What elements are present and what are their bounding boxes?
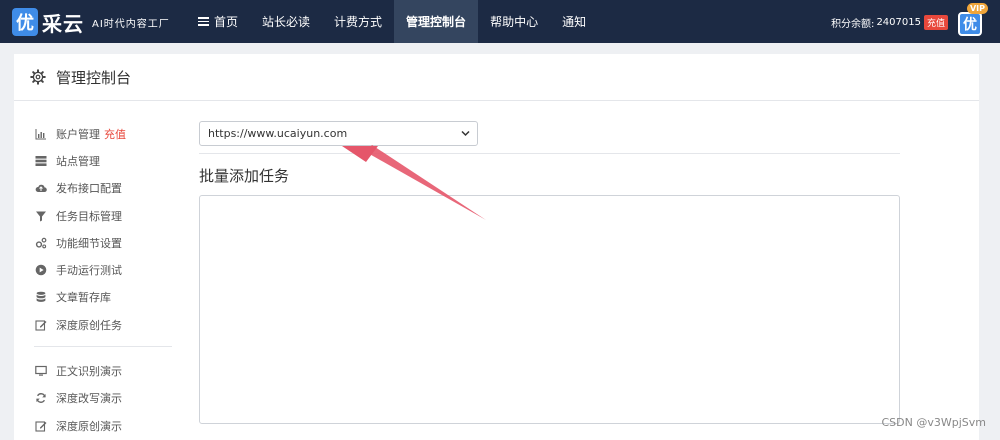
logo-badge: 优 [12, 8, 38, 36]
sidebar-item-label: 手动运行测试 [56, 264, 122, 278]
monitor-icon [34, 364, 48, 378]
sidebar-item-label: 站点管理 [56, 154, 100, 168]
sidebar-item-account[interactable]: 账户管理 充值 [34, 120, 174, 147]
nav-item-label: 站长必读 [262, 15, 311, 29]
refresh-icon [34, 391, 48, 405]
sidebar-item-label: 文章暂存库 [56, 291, 111, 305]
points-value: 2407015 [876, 17, 921, 28]
divider [199, 153, 900, 154]
sidebar-item-label: 深度原创任务 [56, 318, 122, 332]
database-icon [34, 290, 48, 304]
nav-item-console[interactable]: 管理控制台 [394, 0, 479, 43]
sidebar: 账户管理 充值 站点管理 发布接口配置 任务目标管理 功能细节设置 手动运行测试… [34, 120, 174, 439]
sidebar-item-publish-api[interactable]: 发布接口配置 [34, 175, 174, 202]
avatar: 优 [958, 12, 982, 36]
gears-icon [34, 236, 48, 250]
nav-item-label: 通知 [562, 15, 587, 29]
batch-task-textarea[interactable] [199, 195, 900, 424]
sidebar-item-task-targets[interactable]: 任务目标管理 [34, 202, 174, 229]
site-logo[interactable]: 优 采云 AI时代内容工厂 [12, 6, 170, 38]
nav-item-home[interactable]: 首页 [186, 0, 250, 43]
nav-item-notice[interactable]: 通知 [550, 0, 598, 43]
logo-slogan: AI时代内容工厂 [92, 18, 170, 30]
nav-item-help[interactable]: 帮助中心 [478, 0, 550, 43]
sidebar-item-text-recognition-demo[interactable]: 正文识别演示 [34, 357, 174, 384]
sidebar-item-sites[interactable]: 站点管理 [34, 147, 174, 174]
sidebar-item-original-demo[interactable]: 深度原创演示 [34, 412, 174, 439]
sidebar-item-label: 深度原创演示 [56, 419, 122, 433]
sidebar-item-label: 账户管理 [56, 127, 100, 141]
nav-item-must-read[interactable]: 站长必读 [250, 0, 322, 43]
points-label: 积分余额: [831, 19, 875, 30]
nav-item-label: 帮助中心 [490, 15, 539, 29]
vip-badge: VIP [966, 3, 988, 14]
panel-header: 管理控制台 [14, 54, 979, 101]
points-balance: 积分余额: 2407015 充值 [831, 15, 948, 30]
list-icon [198, 17, 209, 26]
nav-item-pricing[interactable]: 计费方式 [322, 0, 394, 43]
site-select[interactable]: https://www.ucaiyun.com [199, 121, 478, 146]
sidebar-recharge-link[interactable]: 充值 [104, 126, 126, 142]
console-panel: 管理控制台 账户管理 充值 站点管理 发布接口配置 任务目标管理 功能细节设置 … [14, 54, 979, 440]
nav-item-label: 计费方式 [334, 15, 383, 29]
top-navbar: 优 采云 AI时代内容工厂 首页 站长必读 计费方式 管理控制台 帮助中心 通知… [0, 0, 1000, 43]
sidebar-item-label: 任务目标管理 [56, 209, 122, 223]
section-title: 批量添加任务 [199, 167, 290, 185]
chevron-down-icon [461, 130, 470, 137]
sidebar-item-label: 发布接口配置 [56, 182, 122, 196]
edit-icon [34, 318, 48, 332]
watermark: CSDN @v3WpjSvm [881, 416, 987, 429]
sidebar-item-label: 正文识别演示 [56, 365, 122, 379]
logo-text: 采云 [42, 11, 84, 36]
sidebar-item-article-store[interactable]: 文章暂存库 [34, 284, 174, 311]
sidebar-item-rewrite-demo[interactable]: 深度改写演示 [34, 385, 174, 412]
sidebar-item-label: 功能细节设置 [56, 236, 122, 250]
edit-icon [34, 419, 48, 433]
user-avatar[interactable]: 优 VIP [956, 3, 988, 39]
filter-icon [34, 209, 48, 223]
gear-icon [30, 69, 46, 85]
sidebar-item-label: 深度改写演示 [56, 392, 122, 406]
play-circle-icon [34, 263, 48, 277]
recharge-button[interactable]: 充值 [923, 15, 948, 30]
cloud-upload-icon [34, 181, 48, 195]
site-select-value: https://www.ucaiyun.com [208, 127, 348, 140]
server-icon [34, 154, 48, 168]
page-title: 管理控制台 [56, 68, 132, 87]
nav-item-label: 首页 [214, 15, 239, 29]
bar-chart-icon [34, 127, 48, 141]
sidebar-item-feature-settings[interactable]: 功能细节设置 [34, 229, 174, 256]
sidebar-item-deep-original-task[interactable]: 深度原创任务 [34, 311, 174, 338]
main-nav: 首页 站长必读 计费方式 管理控制台 帮助中心 通知 [186, 0, 598, 43]
sidebar-divider [34, 346, 172, 348]
nav-item-label: 管理控制台 [406, 15, 467, 29]
sidebar-item-manual-test[interactable]: 手动运行测试 [34, 256, 174, 283]
